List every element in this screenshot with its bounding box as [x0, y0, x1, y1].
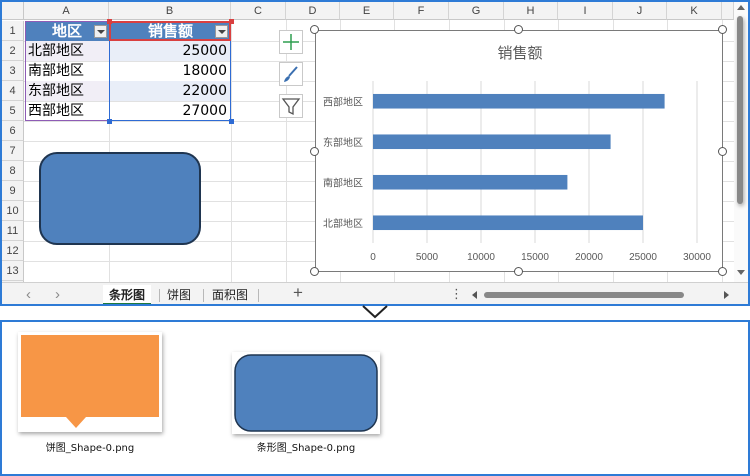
scroll-up-icon[interactable] — [737, 5, 745, 10]
row-header-2[interactable]: 2 — [2, 41, 24, 61]
file-name-pie[interactable]: 饼图_Shape-0.png — [12, 439, 168, 454]
chart-filters-button[interactable] — [279, 94, 303, 118]
column-header-k[interactable]: K — [667, 2, 722, 20]
range-highlight-series-name — [109, 21, 231, 41]
scroll-thumb[interactable] — [737, 16, 743, 204]
row-header-12[interactable]: 12 — [2, 241, 24, 261]
file-thumbnail-pie[interactable] — [18, 332, 162, 432]
bar-3[interactable] — [373, 134, 611, 150]
row-header-6[interactable]: 6 — [2, 121, 24, 141]
chart-resize-handle[interactable] — [718, 147, 727, 156]
range-resize-handle[interactable] — [229, 19, 234, 24]
x-tick-label: 30000 — [683, 252, 711, 263]
next-sheet-icon[interactable]: › — [55, 286, 60, 303]
chart-resize-handle[interactable] — [310, 25, 319, 34]
chart-resize-handle[interactable] — [310, 267, 319, 276]
horizontal-scroll-thumb[interactable] — [484, 292, 684, 298]
chevron-down-icon — [362, 305, 388, 319]
row-header-10[interactable]: 10 — [2, 201, 24, 221]
y-category-label: 南部地区 — [323, 176, 363, 189]
file-name-bar[interactable]: 条形图_Shape-0.png — [228, 439, 384, 454]
range-resize-handle[interactable] — [229, 119, 234, 124]
more-options-icon[interactable]: ⋮ — [450, 286, 463, 302]
chart-resize-handle[interactable] — [718, 25, 727, 34]
worksheet-grid[interactable]: A B C D E F G H I J K 1 2 3 4 5 6 7 8 9 … — [2, 2, 734, 282]
column-header-e[interactable]: E — [340, 2, 394, 20]
callout-shape-image — [21, 335, 159, 428]
bar-chart[interactable]: 销售额 北部地区 南部地区 东部地区 西部地区 0 5000 10000 15000 2000… — [315, 30, 723, 272]
tab-bar-chart-sheet[interactable]: 条形图 — [103, 285, 152, 304]
tab-divider — [258, 289, 259, 302]
brush-icon — [284, 66, 298, 82]
row-header-4[interactable]: 4 — [2, 81, 24, 101]
rounded-rectangle-shape[interactable] — [39, 152, 201, 245]
column-header-j[interactable]: J — [613, 2, 667, 20]
y-category-label: 西部地区 — [323, 95, 363, 108]
previous-sheet-icon[interactable]: ‹ — [26, 286, 31, 303]
chart-resize-handle[interactable] — [514, 267, 523, 276]
sheet-tab-bar: ‹ › 条形图 饼图 面积图 + ⋮ — [2, 282, 748, 304]
rounded-rectangle-image — [234, 354, 378, 432]
y-category-label: 北部地区 — [323, 217, 363, 230]
chart-elements-button[interactable] — [279, 30, 303, 54]
chart-title[interactable]: 销售额 — [497, 44, 542, 62]
filter-icon — [281, 98, 301, 116]
add-element-icon — [283, 34, 299, 50]
row-header-7[interactable]: 7 — [2, 141, 24, 161]
row-header-11[interactable]: 11 — [2, 221, 24, 241]
tab-divider — [159, 289, 160, 302]
chart-resize-handle[interactable] — [514, 25, 523, 34]
column-header-l[interactable] — [722, 2, 734, 20]
row-header-8[interactable]: 8 — [2, 161, 24, 181]
column-header-a[interactable]: A — [24, 2, 109, 20]
x-tick-label: 20000 — [575, 252, 603, 263]
exported-files-panel: 饼图_Shape-0.png 条形图_Shape-0.png — [0, 320, 750, 476]
vertical-scrollbar[interactable] — [734, 2, 748, 282]
select-all-corner[interactable] — [2, 2, 24, 20]
column-header-f[interactable]: F — [394, 2, 449, 20]
gridline — [231, 20, 232, 282]
row-header-1[interactable]: 1 — [2, 21, 24, 41]
column-header-c[interactable]: C — [231, 2, 286, 20]
file-thumbnail-bar[interactable] — [232, 352, 380, 434]
range-resize-handle[interactable] — [107, 119, 112, 124]
chart-styles-button[interactable] — [279, 62, 303, 86]
scroll-left-icon[interactable] — [472, 291, 477, 299]
chart-resize-handle[interactable] — [310, 147, 319, 156]
scroll-down-icon[interactable] — [737, 270, 745, 275]
chart-canvas: 销售额 北部地区 南部地区 东部地区 西部地区 0 5000 10000 15000 2000… — [323, 44, 711, 263]
bar-2[interactable] — [373, 174, 568, 190]
gridline — [286, 20, 287, 282]
range-resize-handle[interactable] — [107, 19, 112, 24]
bar-1[interactable] — [373, 215, 643, 231]
x-tick-label: 0 — [370, 252, 376, 263]
tab-area-chart-sheet[interactable]: 面积图 — [212, 285, 248, 304]
spreadsheet-window: A B C D E F G H I J K 1 2 3 4 5 6 7 8 9 … — [0, 0, 750, 306]
column-header-h[interactable]: H — [504, 2, 558, 20]
row-header-13[interactable]: 13 — [2, 261, 24, 281]
bar-4[interactable] — [373, 93, 665, 109]
x-tick-label: 15000 — [521, 252, 549, 263]
y-category-label: 东部地区 — [323, 136, 363, 149]
tab-divider — [203, 289, 204, 302]
row-header-5[interactable]: 5 — [2, 101, 24, 121]
add-sheet-icon[interactable]: + — [293, 283, 303, 303]
column-header-d[interactable]: D — [286, 2, 340, 20]
x-tick-label: 25000 — [629, 252, 657, 263]
column-header-g[interactable]: G — [449, 2, 504, 20]
column-header-i[interactable]: I — [558, 2, 613, 20]
row-header-9[interactable]: 9 — [2, 181, 24, 201]
range-highlight-category — [25, 21, 110, 121]
column-header-b[interactable]: B — [109, 2, 231, 20]
tab-pie-chart-sheet[interactable]: 饼图 — [167, 285, 191, 304]
scroll-right-icon[interactable] — [724, 291, 729, 299]
x-tick-label: 5000 — [416, 252, 439, 263]
chart-resize-handle[interactable] — [718, 267, 727, 276]
row-header-3[interactable]: 3 — [2, 61, 24, 81]
x-tick-label: 10000 — [467, 252, 495, 263]
